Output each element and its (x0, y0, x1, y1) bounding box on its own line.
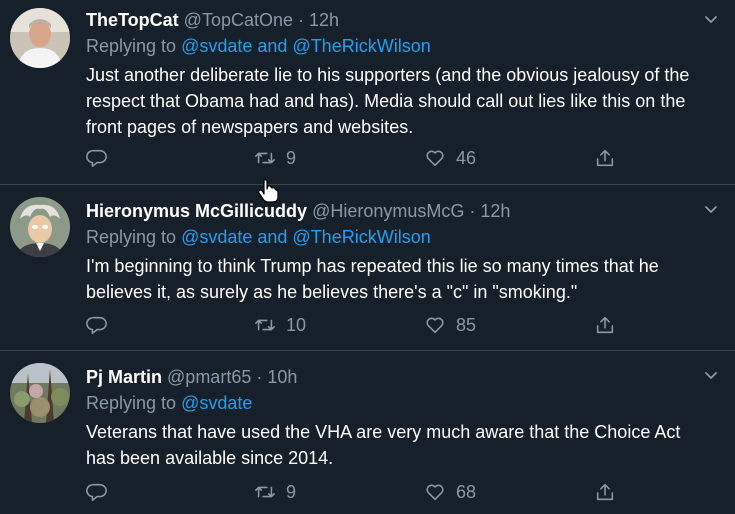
retweet-count: 9 (286, 147, 297, 168)
replying-to: Replying to @svdate and @TheRickWilson (86, 227, 431, 248)
chevron-down-icon[interactable] (703, 202, 719, 218)
tweet-header: Hieronymus McGillicuddy @HieronymusMcG ·… (86, 201, 510, 222)
like-count: 85 (456, 314, 477, 335)
retweet-button[interactable]: 10 (254, 313, 306, 337)
tweet-text-line: has been available since 2014. (86, 448, 334, 468)
tweet-header: TheTopCat @TopCatOne · 12h (86, 10, 339, 31)
chevron-down-icon[interactable] (703, 12, 719, 28)
timestamp[interactable]: 12h (309, 10, 339, 30)
replying-to-mentions[interactable]: @svdate and @TheRickWilson (181, 36, 431, 56)
share-icon (596, 149, 614, 167)
replying-to-label: Replying to (86, 393, 177, 413)
display-name[interactable]: Hieronymus McGillicuddy (86, 201, 307, 221)
replying-to-label: Replying to (86, 36, 177, 56)
heart-icon (426, 150, 444, 167)
user-handle[interactable]: @TopCatOne (184, 10, 293, 30)
like-button[interactable]: 46 (424, 146, 476, 170)
replying-to-label: Replying to (86, 227, 177, 247)
retweet-count: 10 (286, 314, 307, 335)
replying-to: Replying to @svdate (86, 393, 252, 414)
retweet-icon (255, 319, 275, 331)
retweet-button[interactable]: 9 (254, 480, 296, 504)
timestamp[interactable]: 10h (267, 367, 297, 387)
separator-dot: · (256, 367, 263, 387)
reply-button[interactable] (86, 313, 108, 337)
replying-to-mentions[interactable]: @svdate and @TheRickWilson (181, 227, 431, 247)
user-handle[interactable]: @pmart65 (167, 367, 251, 387)
retweet-count: 9 (286, 481, 297, 502)
share-button[interactable] (594, 480, 616, 504)
tweet-text: I'm beginning to think Trump has repeate… (86, 253, 726, 305)
share-icon (596, 316, 614, 334)
tweet[interactable]: TheTopCat @TopCatOne · 12h Replying to @… (0, 0, 735, 185)
tweet-actions: 9 68 (86, 480, 626, 504)
display-name[interactable]: Pj Martin (86, 367, 162, 387)
share-button[interactable] (594, 146, 616, 170)
replying-to-mentions[interactable]: @svdate (181, 393, 252, 413)
tweet-actions: 9 46 (86, 146, 626, 170)
share-button[interactable] (594, 313, 616, 337)
hand-cursor-icon (258, 179, 279, 203)
tweet-header: Pj Martin @pmart65 · 10h (86, 367, 297, 388)
tweet[interactable]: Pj Martin @pmart65 · 10h Replying to @sv… (0, 351, 735, 514)
tweet-text-line: I'm beginning to think Trump has repeate… (86, 256, 659, 276)
like-button[interactable]: 85 (424, 313, 476, 337)
reply-button[interactable] (86, 146, 108, 170)
like-count: 46 (456, 147, 477, 168)
timestamp[interactable]: 12h (480, 201, 510, 221)
retweet-icon (255, 486, 275, 498)
tweet[interactable]: Hieronymus McGillicuddy @HieronymusMcG ·… (0, 185, 735, 351)
reply-button[interactable] (86, 480, 108, 504)
tweet-text: Just another deliberate lie to his suppo… (86, 62, 726, 140)
avatar[interactable] (10, 8, 70, 68)
separator-dot: · (298, 10, 305, 30)
heart-icon (426, 484, 444, 501)
tweet-text-line: believes it, as surely as he believes th… (86, 282, 578, 302)
chevron-down-icon[interactable] (703, 368, 719, 384)
like-count: 68 (456, 481, 477, 502)
avatar[interactable] (10, 197, 70, 257)
separator-dot: · (469, 201, 476, 221)
avatar[interactable] (10, 363, 70, 423)
reply-icon (86, 483, 107, 502)
reply-icon (86, 149, 107, 168)
tweet-text-line: Just another deliberate lie to his suppo… (86, 65, 690, 85)
tweet-text-line: respect that Obama had and has). Media s… (86, 91, 686, 111)
retweet-button[interactable]: 9 (254, 146, 296, 170)
tweet-text: Veterans that have used the VHA are very… (86, 419, 726, 471)
tweet-actions: 10 85 (86, 313, 626, 337)
heart-icon (426, 317, 444, 334)
retweet-icon (255, 152, 275, 164)
like-button[interactable]: 68 (424, 480, 476, 504)
tweet-text-line: front pages of newspapers and websites. (86, 117, 414, 137)
reply-icon (86, 316, 107, 335)
replying-to: Replying to @svdate and @TheRickWilson (86, 36, 431, 57)
tweet-text-line: Veterans that have used the VHA are very… (86, 422, 681, 442)
display-name[interactable]: TheTopCat (86, 10, 179, 30)
share-icon (596, 483, 614, 501)
user-handle[interactable]: @HieronymusMcG (312, 201, 464, 221)
